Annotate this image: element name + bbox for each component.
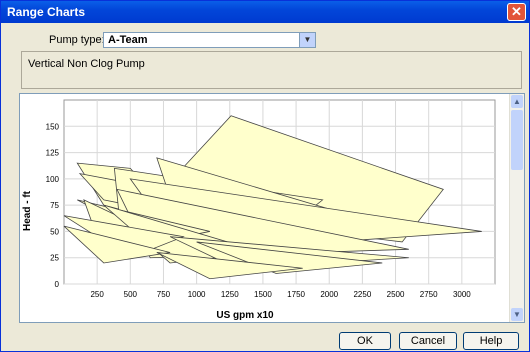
y-tick-label: 125 bbox=[46, 149, 60, 158]
description-box: Vertical Non Clog Pump bbox=[21, 51, 522, 89]
scroll-up-icon[interactable]: ▲ bbox=[511, 95, 523, 108]
vertical-scrollbar[interactable]: ▲ ▼ bbox=[509, 94, 524, 322]
x-tick-label: 500 bbox=[124, 290, 138, 299]
y-tick-label: 150 bbox=[46, 122, 60, 131]
y-axis-label: Head - ft bbox=[22, 190, 33, 231]
x-tick-label: 1750 bbox=[287, 290, 305, 299]
x-tick-label: 2250 bbox=[353, 290, 371, 299]
x-tick-label: 750 bbox=[157, 290, 171, 299]
x-tick-label: 1250 bbox=[221, 290, 239, 299]
title-bar[interactable]: Range Charts ✕ bbox=[1, 1, 529, 23]
x-tick-label: 2500 bbox=[387, 290, 405, 299]
ok-button[interactable]: OK bbox=[339, 332, 391, 350]
chart-panel: 250 500 750 1000 1250 1500 1750 2000 2250 2500 275… bbox=[19, 93, 525, 323]
range-chart: 250 500 750 1000 1250 1500 1750 2000 2250 2500 275… bbox=[22, 99, 496, 321]
range-charts-window: Range Charts ✕ Pump type: A-Team ▼ Verti… bbox=[0, 0, 530, 352]
x-tick-label: 2000 bbox=[320, 290, 338, 299]
x-tick-label: 1500 bbox=[254, 290, 272, 299]
y-tick-label: 0 bbox=[55, 280, 60, 289]
dropdown-arrow-icon[interactable]: ▼ bbox=[299, 33, 315, 47]
pump-description: Vertical Non Clog Pump bbox=[28, 58, 145, 70]
pump-type-row: Pump type: A-Team ▼ bbox=[1, 29, 529, 51]
y-tick-label: 100 bbox=[46, 175, 60, 184]
scroll-down-icon[interactable]: ▼ bbox=[511, 308, 523, 321]
pump-type-label: Pump type: bbox=[49, 34, 105, 46]
pump-type-select[interactable]: A-Team ▼ bbox=[103, 32, 316, 48]
x-tick-label: 2750 bbox=[420, 290, 438, 299]
y-tick-label: 75 bbox=[50, 201, 59, 210]
y-tick-label: 25 bbox=[50, 254, 59, 263]
help-button[interactable]: Help bbox=[463, 332, 519, 350]
x-tick-label: 1000 bbox=[188, 290, 206, 299]
scrollbar-thumb[interactable] bbox=[511, 110, 523, 170]
cancel-button[interactable]: Cancel bbox=[399, 332, 457, 350]
close-button[interactable]: ✕ bbox=[507, 3, 526, 21]
x-axis-label: US gpm x10 bbox=[216, 310, 274, 321]
pump-type-value: A-Team bbox=[108, 34, 148, 46]
window-title: Range Charts bbox=[7, 5, 86, 19]
x-tick-label: 250 bbox=[90, 290, 104, 299]
x-tick-label: 3000 bbox=[453, 290, 471, 299]
y-tick-label: 50 bbox=[50, 227, 59, 236]
